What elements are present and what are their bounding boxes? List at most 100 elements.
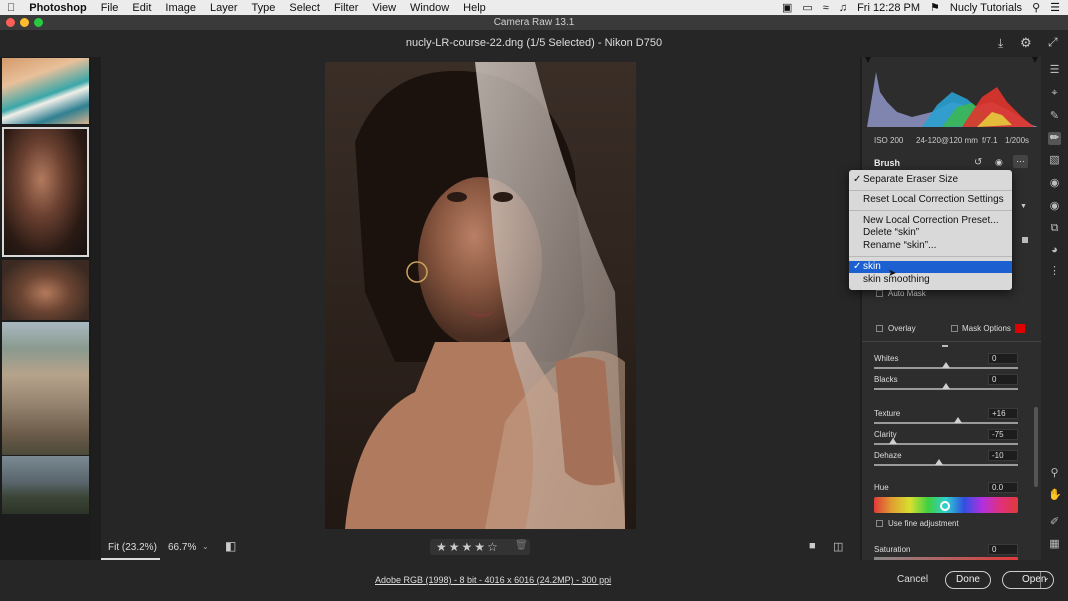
more-tools-icon[interactable]: ⋮ xyxy=(1048,265,1061,278)
menu-edit[interactable]: Edit xyxy=(125,2,158,14)
graduated-filter-icon[interactable]: ▧ xyxy=(1048,154,1061,167)
menu-item-reset-settings[interactable]: Reset Local Correction Settings xyxy=(849,194,1012,206)
document-title: nucly-LR-course-22.dng (1/5 Selected) - … xyxy=(405,37,663,49)
open-button-divider xyxy=(1040,572,1041,588)
canvas-bottom-bar: Fit (23.2%) 66.7% ⌄ ◧ ★★★★☆ 🗑 ■ ◫ xyxy=(101,534,860,560)
zoom-chevron-down-icon[interactable]: ⌄ xyxy=(202,542,209,551)
app-menu[interactable]: Photoshop xyxy=(22,2,93,14)
panel-scrollbar[interactable] xyxy=(1034,407,1038,487)
menu-type[interactable]: Type xyxy=(245,2,283,14)
done-button[interactable]: Done xyxy=(945,571,991,589)
zoom-level-select[interactable]: 66.7% xyxy=(168,542,196,553)
rating-stars[interactable]: ★★★★☆ xyxy=(436,540,500,554)
before-after-single-icon[interactable]: ■ xyxy=(809,540,816,552)
mask-options-checkbox[interactable] xyxy=(951,325,958,332)
menu-filter[interactable]: Filter xyxy=(327,2,365,14)
wifi-icon[interactable]: ≈ xyxy=(823,2,829,14)
menu-layer[interactable]: Layer xyxy=(203,2,245,14)
before-after-split-icon[interactable]: ◫ xyxy=(833,540,843,553)
spotlight-search-icon[interactable]: ⚲ xyxy=(1032,1,1040,14)
fullscreen-icon[interactable]: ⤢ xyxy=(1048,35,1058,50)
fit-zoom-button[interactable]: Fit (23.2%) xyxy=(108,542,157,553)
volume-icon[interactable]: ♫ xyxy=(839,2,847,14)
texture-label: Texture xyxy=(874,409,901,418)
whites-value-field[interactable]: 0 xyxy=(988,353,1018,364)
airplay-icon[interactable]: ▭ xyxy=(802,1,812,14)
overlay-checkbox[interactable] xyxy=(876,325,883,332)
hue-value-field[interactable]: 0.0 xyxy=(988,482,1018,493)
menu-list-icon[interactable]: ☰ xyxy=(1050,1,1060,14)
trash-icon[interactable]: 🗑 xyxy=(515,540,528,551)
auto-mask-checkbox[interactable] xyxy=(876,290,883,297)
thumbnail-landscape[interactable] xyxy=(2,456,89,514)
dehaze-slider-knob[interactable] xyxy=(934,459,943,465)
more-options-button[interactable]: … xyxy=(1013,155,1028,168)
blacks-value-field[interactable]: 0 xyxy=(988,374,1018,385)
zoom-window-button[interactable] xyxy=(34,18,43,27)
hue-label: Hue xyxy=(874,483,889,492)
texture-slider-track[interactable] xyxy=(874,422,1018,424)
save-icon[interactable]: ⤓ xyxy=(998,36,1003,51)
apple-icon[interactable]:  xyxy=(0,2,22,14)
menu-item-separate-eraser-size[interactable]: ✓ Separate Eraser Size xyxy=(849,174,1012,186)
zoom-tool-icon[interactable]: ⚲ xyxy=(1048,467,1061,480)
thumbnail-building[interactable] xyxy=(2,322,89,455)
preview-photo[interactable] xyxy=(325,62,636,529)
clarity-slider-knob[interactable] xyxy=(888,438,897,444)
menu-image[interactable]: Image xyxy=(158,2,203,14)
adjustment-brush-icon[interactable]: ✏ xyxy=(1048,132,1061,145)
star-rating[interactable]: ★★★★☆ 🗑 xyxy=(430,539,530,555)
close-window-button[interactable] xyxy=(6,18,15,27)
clarity-value-field[interactable]: -75 xyxy=(988,429,1018,440)
hand-tool-icon[interactable]: ✋ xyxy=(1048,489,1062,502)
reset-brush-icon[interactable]: ↺ xyxy=(974,157,982,168)
brush-size-knob[interactable] xyxy=(1022,237,1028,243)
brush-panel-title: Brush xyxy=(874,158,901,168)
minimize-window-button[interactable] xyxy=(20,18,29,27)
radial-filter-icon[interactable]: ◉ xyxy=(1048,177,1061,190)
settings-gear-icon[interactable]: ⚙ xyxy=(1020,35,1032,51)
menu-select[interactable]: Select xyxy=(282,2,327,14)
menu-item-rename-preset[interactable]: Rename “skin”... xyxy=(849,240,1012,252)
edit-sliders-icon[interactable]: ☰ xyxy=(1048,64,1061,77)
preset-dropdown-arrow-icon[interactable]: ▼ xyxy=(1020,203,1027,210)
user-name[interactable]: Nucly Tutorials xyxy=(950,2,1022,14)
zoom-mode-icon[interactable]: ◧ xyxy=(225,539,236,553)
hue-slider-knob[interactable] xyxy=(940,501,950,511)
color-sampler-icon[interactable]: ✐ xyxy=(1048,516,1061,529)
healing-icon[interactable]: ✎ xyxy=(1048,110,1061,123)
menu-window[interactable]: Window xyxy=(403,2,456,14)
whites-slider-knob[interactable] xyxy=(942,362,950,368)
mask-color-swatch[interactable] xyxy=(1015,324,1025,333)
workflow-options-link[interactable]: Adobe RGB (1998) - 8 bit - 4016 x 6016 (… xyxy=(375,575,611,585)
texture-slider-knob[interactable] xyxy=(953,417,962,423)
video-icon[interactable]: ▣ xyxy=(782,1,792,14)
red-eye-icon[interactable]: ◉ xyxy=(1048,200,1061,213)
menu-item-preset-skin[interactable]: ✓ skin xyxy=(849,261,1012,273)
grid-overlay-icon[interactable]: ▦ xyxy=(1048,538,1061,551)
blacks-slider-knob[interactable] xyxy=(942,383,950,389)
fine-adjustment-checkbox[interactable] xyxy=(876,520,883,527)
open-options-chevron-icon[interactable]: ⌄ xyxy=(1043,573,1050,582)
clock[interactable]: Fri 12:28 PM xyxy=(857,2,920,14)
menu-help[interactable]: Help xyxy=(456,2,493,14)
crop-icon[interactable]: ⌖ xyxy=(1048,87,1061,100)
dehaze-slider-track[interactable] xyxy=(874,464,1018,466)
flag-icon[interactable]: ⚑ xyxy=(930,1,940,14)
menu-item-new-preset[interactable]: New Local Correction Preset... xyxy=(849,215,1012,227)
snapshots-icon[interactable]: ⧉ xyxy=(1048,222,1061,235)
menu-item-preset-skin-smoothing[interactable]: skin smoothing xyxy=(849,274,1012,286)
menu-item-delete-preset[interactable]: Delete “skin” xyxy=(849,227,1012,239)
menu-view[interactable]: View xyxy=(365,2,403,14)
dehaze-value-field[interactable]: -10 xyxy=(988,450,1018,461)
texture-value-field[interactable]: +16 xyxy=(988,408,1018,419)
menu-item-label: Separate Eraser Size xyxy=(863,174,959,185)
thumbnail-portrait-2[interactable] xyxy=(2,260,89,320)
thumbnail-portrait-selected[interactable] xyxy=(2,127,89,257)
menu-file[interactable]: File xyxy=(94,2,126,14)
cancel-button[interactable]: Cancel xyxy=(897,574,928,585)
visibility-eye-icon[interactable]: ◉ xyxy=(995,157,1003,168)
thumbnail-beach[interactable] xyxy=(2,58,89,124)
saturation-value-field[interactable]: 0 xyxy=(988,544,1018,555)
presets-icon[interactable]: ◕ xyxy=(1048,244,1061,257)
